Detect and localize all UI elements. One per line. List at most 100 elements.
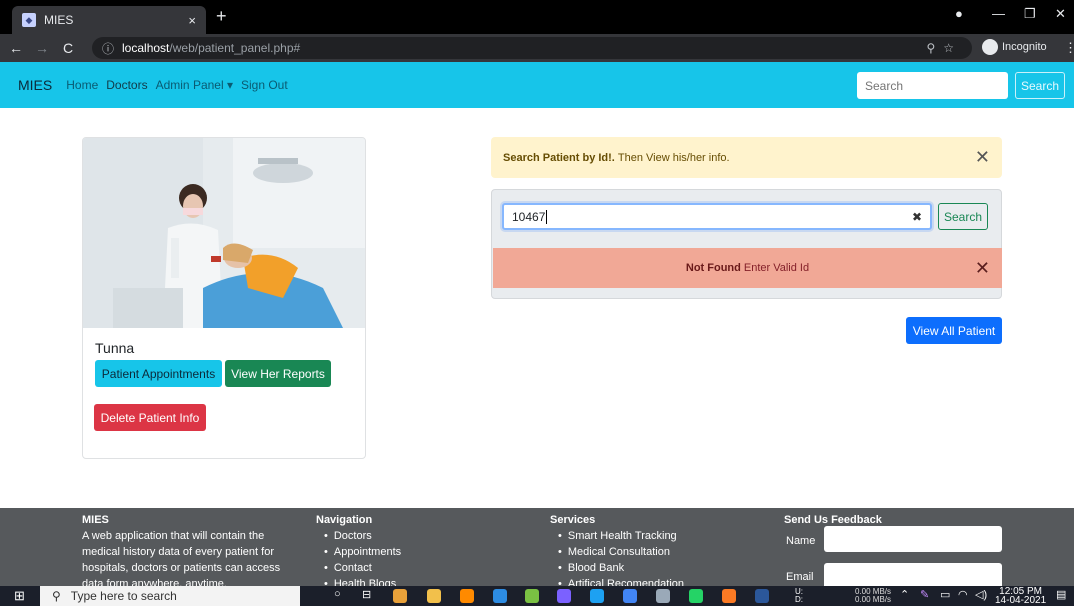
nav-admin-panel-dropdown[interactable]: Admin Panel ▾ bbox=[156, 78, 233, 92]
footer-service-item[interactable]: Blood Bank bbox=[558, 560, 684, 576]
site-info-icon[interactable]: ⓘ bbox=[102, 40, 114, 57]
net-label-icon: U: D: bbox=[795, 587, 803, 604]
cortana-icon[interactable]: ○ bbox=[334, 588, 341, 600]
tab-close-icon[interactable]: × bbox=[188, 13, 196, 28]
feedback-email-label: Email bbox=[786, 571, 814, 583]
patient-id-input[interactable]: 10467 ✖ bbox=[502, 203, 932, 230]
delete-patient-button[interactable]: Delete Patient Info bbox=[94, 404, 206, 431]
new-tab-button[interactable]: + bbox=[216, 6, 227, 27]
footer-navigation: Navigation Doctors Appointments Contact … bbox=[316, 512, 401, 586]
url-host: localhost bbox=[122, 41, 170, 55]
browser-tab[interactable]: ◆ MIES × bbox=[12, 6, 206, 34]
patient-photo bbox=[83, 138, 365, 328]
vscode-icon[interactable] bbox=[493, 589, 507, 603]
network-speed: 0.00 MB/s 0.00 MB/s bbox=[855, 588, 891, 604]
nav-home[interactable]: Home bbox=[66, 78, 98, 92]
footer-about: MIES A web application that will contain… bbox=[82, 512, 292, 586]
tray-chevron-icon[interactable]: ⌃ bbox=[900, 588, 909, 601]
feedback-email-input[interactable] bbox=[824, 563, 1002, 586]
minimize-button[interactable]: — bbox=[992, 6, 1005, 21]
volume-icon[interactable]: ◁) bbox=[975, 588, 987, 601]
whatsapp-icon[interactable] bbox=[689, 589, 703, 603]
browser-menu-icon[interactable]: ⋮ bbox=[1064, 40, 1074, 56]
patient-name: Tunna bbox=[95, 340, 135, 356]
search-icon: ⚲ bbox=[52, 589, 61, 603]
taskbar-search-box[interactable]: ⚲ Type here to search bbox=[40, 586, 300, 606]
wifi-icon[interactable]: ◠ bbox=[958, 588, 968, 601]
notification-icon[interactable]: ▤ bbox=[1056, 588, 1066, 601]
search-hint-alert: Search Patient by Id!. Then View his/her… bbox=[491, 137, 1002, 178]
site-favicon-icon: ◆ bbox=[22, 13, 36, 27]
footer-link-health-blogs[interactable]: Health Blogs bbox=[324, 576, 401, 586]
navbar-search-button[interactable]: Search bbox=[1015, 72, 1065, 99]
footer-about-title: MIES bbox=[82, 514, 109, 526]
reload-icon[interactable]: C bbox=[58, 40, 78, 56]
forward-icon[interactable]: → bbox=[32, 40, 52, 56]
back-icon[interactable]: ← bbox=[6, 40, 26, 56]
windows-taskbar: ⊞ ⚲ Type here to search ○ ⊟ U: D: 0.00 MB… bbox=[0, 586, 1074, 606]
clock-date: 14-04-2021 bbox=[995, 595, 1047, 606]
task-view-icon[interactable]: ⊟ bbox=[362, 588, 371, 601]
url-field[interactable]: ⓘ localhost /web/patient_panel.php# ⚲☆ bbox=[92, 37, 972, 59]
clear-input-icon[interactable]: ✖ bbox=[912, 210, 922, 224]
error-text: Enter Valid Id bbox=[743, 262, 810, 274]
footer-services: Services Smart Health Tracking Medical C… bbox=[550, 512, 684, 586]
feedback-name-input[interactable] bbox=[824, 526, 1002, 552]
taskbar-search-placeholder: Type here to search bbox=[70, 589, 177, 603]
brand-logo[interactable]: MIES bbox=[18, 77, 52, 93]
xampp-icon[interactable] bbox=[722, 589, 736, 603]
incognito-indicator[interactable]: Incognito bbox=[982, 39, 1047, 55]
text-cursor bbox=[546, 209, 548, 224]
footer-navigation-title: Navigation bbox=[316, 514, 373, 526]
hint-bold-text: Search Patient by Id!. bbox=[503, 151, 615, 164]
patient-appointments-button[interactable]: Patient Appointments bbox=[95, 360, 222, 387]
search-panel: 10467 ✖ Search Not Found Enter Valid Id … bbox=[491, 189, 1002, 299]
site-footer: MIES A web application that will contain… bbox=[0, 508, 1074, 586]
photos-icon[interactable] bbox=[656, 589, 670, 603]
battery-icon[interactable]: ▭ bbox=[940, 588, 950, 601]
site-navbar: MIES Home Doctors Admin Panel ▾ Sign Out… bbox=[0, 62, 1074, 108]
zoom-star-icons[interactable]: ⚲☆ bbox=[926, 41, 962, 55]
store-icon[interactable] bbox=[525, 589, 539, 603]
footer-link-contact[interactable]: Contact bbox=[324, 560, 401, 576]
navbar-search-input[interactable] bbox=[857, 72, 1008, 99]
telegram-icon[interactable] bbox=[590, 589, 604, 603]
incognito-icon bbox=[982, 39, 998, 55]
view-all-patient-button[interactable]: View All Patient bbox=[906, 317, 1002, 344]
footer-services-title: Services bbox=[550, 514, 596, 526]
patient-id-value: 10467 bbox=[512, 209, 546, 224]
word-icon[interactable] bbox=[755, 589, 769, 603]
patient-card: Tunna Patient Appointments View Her Repo… bbox=[82, 137, 366, 459]
error-bold-text: Not Found bbox=[685, 262, 741, 274]
footer-link-doctors[interactable]: Doctors bbox=[324, 528, 401, 544]
chrome-alt-icon[interactable] bbox=[623, 589, 637, 603]
close-icon[interactable]: ✕ bbox=[975, 258, 990, 279]
taskbar-clock[interactable]: 12:05 PM 14-04-2021 bbox=[995, 587, 1047, 606]
net-down-speed: 0.00 MB/s bbox=[855, 595, 892, 604]
maximize-button[interactable]: ❐ bbox=[1024, 6, 1036, 22]
sublime-icon[interactable] bbox=[460, 589, 474, 603]
footer-link-appointments[interactable]: Appointments bbox=[324, 544, 401, 560]
nav-doctors[interactable]: Doctors bbox=[106, 78, 147, 92]
footer-about-text: A web application that will contain the … bbox=[82, 530, 281, 586]
footer-service-item[interactable]: Smart Health Tracking bbox=[558, 528, 684, 544]
close-window-button[interactable]: ✕ bbox=[1055, 6, 1066, 22]
windows-start-icon[interactable]: ⊞ bbox=[14, 588, 25, 604]
close-icon[interactable]: ✕ bbox=[975, 147, 990, 168]
browser-address-bar: ← → C ⓘ localhost /web/patient_panel.php… bbox=[0, 34, 1074, 62]
file-explorer-icon[interactable] bbox=[427, 589, 441, 603]
messenger-icon[interactable] bbox=[557, 589, 571, 603]
chrome-icon[interactable] bbox=[393, 589, 407, 603]
tab-title: MIES bbox=[44, 13, 74, 27]
footer-service-item[interactable]: Artifical Recomendation bbox=[558, 576, 684, 586]
hint-text: Then View his/her info. bbox=[617, 151, 730, 164]
nav-sign-out[interactable]: Sign Out bbox=[241, 78, 288, 92]
feedback-name-label: Name bbox=[786, 535, 816, 547]
pen-icon[interactable]: ✎ bbox=[920, 588, 929, 601]
view-reports-button[interactable]: View Her Reports bbox=[225, 360, 331, 387]
patient-search-button[interactable]: Search bbox=[938, 203, 988, 230]
browser-tab-bar: ◆ MIES × + ● — ❐ ✕ bbox=[0, 0, 1074, 34]
footer-service-item[interactable]: Medical Consultation bbox=[558, 544, 684, 560]
profile-dot-icon[interactable]: ● bbox=[955, 6, 963, 21]
url-path: /web/patient_panel.php# bbox=[169, 41, 301, 55]
